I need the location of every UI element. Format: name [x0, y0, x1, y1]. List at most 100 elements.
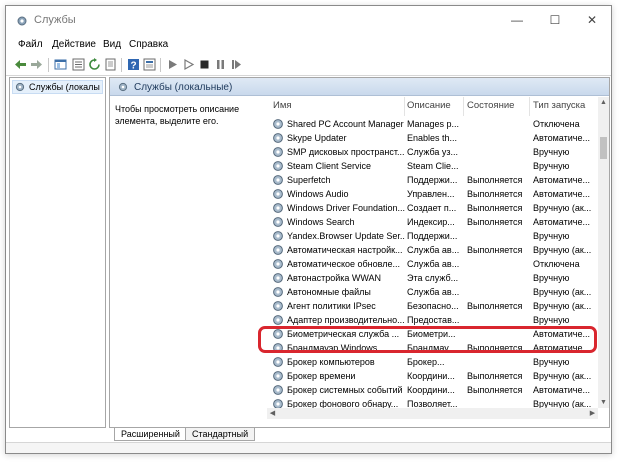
table-row[interactable]: Брандмауэр Windows Брандмау... Выполняется… — [267, 341, 597, 355]
gear-icon — [273, 245, 283, 255]
tree-item-services-local[interactable]: Службы (локалы — [12, 80, 103, 94]
column-divider[interactable] — [463, 97, 464, 116]
service-startup-type: Вручную (ак... — [533, 301, 592, 311]
play-outline-icon[interactable] — [182, 58, 195, 71]
table-row[interactable]: Биометрическая служба ... Биометри... Авто… — [267, 327, 597, 341]
menu-help[interactable]: Справка — [129, 39, 168, 50]
title-bar[interactable]: Службы — ☐ ✕ — [6, 6, 611, 34]
service-startup-type: Вручную (ак... — [533, 399, 592, 408]
column-divider[interactable] — [404, 97, 405, 116]
service-description: Эта служб... — [407, 273, 459, 283]
table-row[interactable]: Брокер системных событий Координи... Выпол… — [267, 383, 597, 397]
table-row[interactable]: Superfetch Поддержи... Выполняется Автомати… — [267, 173, 597, 187]
service-status: Выполняется — [467, 343, 523, 353]
service-startup-type: Вручную — [533, 273, 570, 283]
restart-icon[interactable] — [230, 58, 243, 71]
service-status: Выполняется — [467, 385, 523, 395]
properties-icon[interactable] — [143, 58, 156, 71]
service-description: Индексир... — [407, 217, 455, 227]
service-startup-type: Автоматиче... — [533, 175, 590, 185]
table-row[interactable]: SMP дисковых пространст... Служба уз... Вр… — [267, 145, 597, 159]
table-row[interactable]: Автонастройка WWAN Эта служб... Вручную — [267, 271, 597, 285]
gear-icon — [273, 231, 283, 241]
minimize-button[interactable]: — — [502, 10, 532, 30]
service-startup-type: Вручную — [533, 315, 570, 325]
scroll-up-arrow-icon[interactable]: ▲ — [598, 97, 609, 108]
pane-header: Службы (локальные) — [110, 78, 609, 96]
table-row[interactable]: Автоматическая настройк... Служба ав... Вы… — [267, 243, 597, 257]
service-name: Агент политики IPsec — [287, 301, 376, 311]
description-hint: Чтобы просмотреть описание элемента, выд… — [115, 104, 240, 126]
stop-icon[interactable] — [198, 58, 211, 71]
gear-icon — [273, 175, 283, 185]
service-description: Брандмау... — [407, 343, 456, 353]
column-divider[interactable] — [529, 97, 530, 116]
menu-file[interactable]: Файл — [18, 39, 43, 50]
close-button[interactable]: ✕ — [577, 10, 607, 30]
pane-header-title: Службы (локальные) — [134, 82, 233, 93]
export-list-icon[interactable] — [104, 58, 117, 71]
service-name: Брокер фонового обнару... — [287, 399, 399, 408]
table-row[interactable]: Yandex.Browser Update Ser... Поддержи... В… — [267, 229, 597, 243]
scroll-left-arrow-icon[interactable]: ◀ — [267, 408, 278, 419]
list-icon[interactable] — [72, 58, 85, 71]
table-row[interactable]: Брокер фонового обнару... Позволяет... Вру… — [267, 397, 597, 408]
svg-text:?: ? — [130, 61, 136, 72]
scroll-thumb[interactable] — [600, 137, 607, 159]
service-name: Брокер компьютеров — [287, 357, 375, 367]
service-name: Биометрическая служба ... — [287, 329, 400, 339]
service-name: Windows Audio — [287, 189, 349, 199]
back-arrow-icon[interactable] — [14, 58, 27, 71]
table-row[interactable]: Shared PC Account Manager Manages p... Отк… — [267, 117, 597, 131]
menu-action[interactable]: Действие — [52, 39, 96, 50]
gear-icon — [273, 161, 283, 171]
service-description: Координи... — [407, 371, 455, 381]
vertical-scrollbar[interactable]: ▲ ▼ — [598, 97, 609, 408]
gear-icon — [273, 147, 283, 157]
service-description: Позволяет... — [407, 399, 458, 408]
service-startup-type: Автоматиче... — [533, 189, 590, 199]
service-status: Выполняется — [467, 203, 523, 213]
table-row[interactable]: Steam Client Service Steam Clie... Вручную — [267, 159, 597, 173]
service-name: Автономные файлы — [287, 287, 371, 297]
service-description: Брокер... — [407, 357, 445, 367]
table-row[interactable]: Брокер времени Координи... Выполняется Вруч… — [267, 369, 597, 383]
service-status: Выполняется — [467, 189, 523, 199]
service-name: Shared PC Account Manager — [287, 119, 404, 129]
horizontal-scrollbar[interactable]: ◀ ▶ — [267, 408, 598, 419]
table-row[interactable]: Windows Driver Foundation... Создает п...… — [267, 201, 597, 215]
menu-bar: Файл Действие Вид Справка — [6, 37, 611, 53]
refresh-icon[interactable] — [88, 58, 101, 71]
service-name: Адаптер производительно... — [287, 315, 405, 325]
service-description: Управлен... — [407, 189, 455, 199]
table-row[interactable]: Брокер компьютеров Брокер... Вручную — [267, 355, 597, 369]
service-description: Enables th... — [407, 133, 458, 143]
forward-arrow-icon[interactable] — [30, 58, 43, 71]
tab-standard[interactable]: Стандартный — [185, 428, 256, 441]
table-row[interactable]: Windows Search Индексир... Выполняется Авто… — [267, 215, 597, 229]
table-row[interactable]: Skype Updater Enables th... Автоматиче... — [267, 131, 597, 145]
gear-icon — [273, 259, 283, 269]
table-row[interactable]: Адаптер производительно... Предостав... Вр… — [267, 313, 597, 327]
tab-extended[interactable]: Расширенный — [114, 428, 187, 441]
services-app-icon — [17, 16, 27, 26]
table-row[interactable]: Windows Audio Управлен... Выполняется Автом… — [267, 187, 597, 201]
window-title: Службы — [34, 14, 76, 26]
column-header-name[interactable]: Имя — [273, 100, 292, 111]
service-name: Yandex.Browser Update Ser... — [287, 231, 405, 241]
column-header-description[interactable]: Описание — [407, 100, 451, 111]
scroll-right-arrow-icon[interactable]: ▶ — [587, 408, 598, 419]
menu-view[interactable]: Вид — [103, 39, 121, 50]
help-icon[interactable]: ? — [127, 58, 140, 71]
scroll-down-arrow-icon[interactable]: ▼ — [598, 397, 609, 408]
console-tree-icon[interactable] — [54, 58, 67, 71]
play-icon[interactable] — [166, 58, 179, 71]
table-row[interactable]: Автономные файлы Служба ав... Вручную (ак.… — [267, 285, 597, 299]
pause-icon[interactable] — [214, 58, 227, 71]
service-name: Брандмауэр Windows — [287, 343, 378, 353]
column-header-startup-type[interactable]: Тип запуска — [533, 100, 585, 111]
table-row[interactable]: Автоматическое обновле... Служба ав... Отк… — [267, 257, 597, 271]
maximize-button[interactable]: ☐ — [540, 10, 570, 30]
column-header-status[interactable]: Состояние — [467, 100, 514, 111]
table-row[interactable]: Агент политики IPsec Безопасно... Выполняе… — [267, 299, 597, 313]
